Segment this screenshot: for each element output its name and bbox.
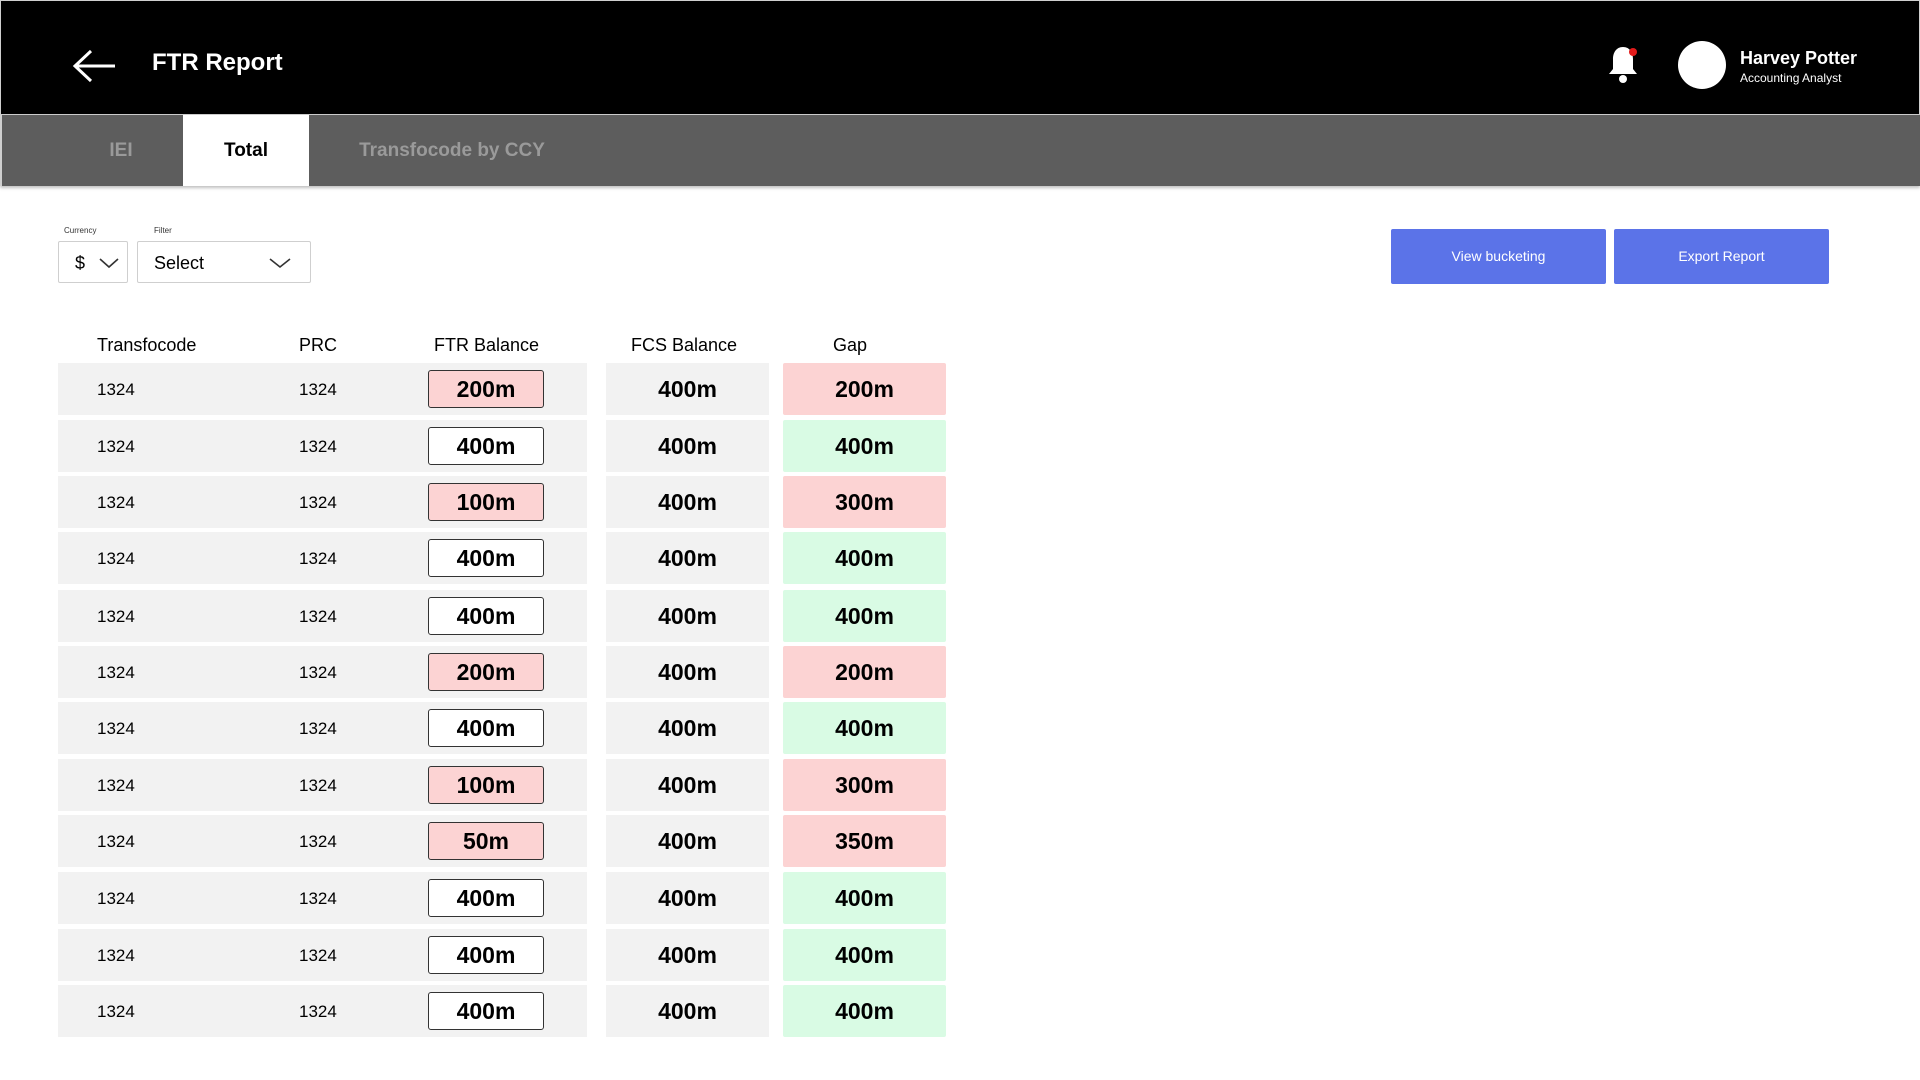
cell-prc: 1324 [299,832,337,851]
cell-transfocode: 1324 [97,946,135,965]
notification-bell-icon[interactable] [1605,43,1641,85]
cell-prc: 1324 [299,889,337,908]
cell-transfocode: 1324 [97,493,135,512]
cell-fcs-balance: 400m [606,590,769,642]
cell-gap: 400m [783,532,946,584]
cell-fcs-balance: 400m [606,420,769,472]
cell-ftr-balance[interactable]: 400m [428,539,544,577]
cell-prc: 1324 [299,380,337,399]
tab-total[interactable]: Total [183,115,309,186]
column-header-prc: PRC [299,335,338,355]
column-header-fcs-balance: FCS Balance [631,335,738,355]
filter-value: Select [154,253,205,273]
cell-transfocode: 1324 [97,832,135,851]
tab-iei[interactable]: IEI [57,115,185,186]
cell-prc: 1324 [299,719,337,738]
user-role: Accounting Analyst [1740,71,1842,85]
view-bucketing-button[interactable]: View bucketing [1391,229,1606,284]
cell-gap: 200m [783,646,946,698]
cell-prc: 1324 [299,493,337,512]
cell-fcs-balance: 400m [606,532,769,584]
back-arrow-icon[interactable] [71,47,117,85]
filter-select[interactable]: Select [137,241,311,283]
cell-fcs-balance: 400m [606,929,769,981]
tab-bar: IEI Total Transfocode by CCY [0,115,1920,186]
cell-transfocode: 1324 [97,607,135,626]
cell-transfocode: 1324 [97,549,135,568]
avatar[interactable] [1678,41,1726,89]
cell-transfocode: 1324 [97,1002,135,1021]
cell-prc: 1324 [299,776,337,795]
cell-prc: 1324 [299,607,337,626]
cell-prc: 1324 [299,946,337,965]
cell-transfocode: 1324 [97,889,135,908]
cell-ftr-balance[interactable]: 400m [428,936,544,974]
cell-transfocode: 1324 [97,719,135,738]
page-title: FTR Report [152,49,283,76]
cell-ftr-balance[interactable]: 50m [428,822,544,860]
column-header-ftr-balance: FTR Balance [434,335,540,355]
cell-fcs-balance: 400m [606,702,769,754]
cell-gap: 300m [783,759,946,811]
cell-ftr-balance[interactable]: 400m [428,597,544,635]
cell-gap: 400m [783,929,946,981]
cell-prc: 1324 [299,663,337,682]
export-report-button[interactable]: Export Report [1614,229,1829,284]
cell-gap: 400m [783,420,946,472]
cell-fcs-balance: 400m [606,985,769,1037]
cell-gap: 200m [783,363,946,415]
cell-transfocode: 1324 [97,776,135,795]
cell-prc: 1324 [299,437,337,456]
currency-label: Currency [64,226,97,235]
cell-fcs-balance: 400m [606,476,769,528]
cell-fcs-balance: 400m [606,759,769,811]
cell-fcs-balance: 400m [606,872,769,924]
cell-gap: 350m [783,815,946,867]
cell-transfocode: 1324 [97,380,135,399]
app-header: FTR Report Harvey Potter Accounting Anal… [0,0,1920,115]
cell-gap: 400m [783,872,946,924]
column-header-gap: Gap [833,335,868,355]
filter-label: Filter [154,226,172,235]
cell-ftr-balance[interactable]: 200m [428,370,544,408]
cell-prc: 1324 [299,549,337,568]
cell-ftr-balance[interactable]: 400m [428,709,544,747]
cell-fcs-balance: 400m [606,363,769,415]
cell-gap: 400m [783,702,946,754]
cell-fcs-balance: 400m [606,646,769,698]
notification-dot-icon [1629,48,1637,56]
column-header-transfocode: Transfocode [97,335,197,355]
cell-gap: 300m [783,476,946,528]
cell-transfocode: 1324 [97,663,135,682]
tab-transfocode-by-ccy[interactable]: Transfocode by CCY [332,115,572,186]
cell-ftr-balance[interactable]: 400m [428,427,544,465]
currency-select[interactable]: $ [58,241,128,283]
cell-prc: 1324 [299,1002,337,1021]
chevron-down-icon [99,258,119,269]
chevron-down-icon [269,258,291,269]
cell-ftr-balance[interactable]: 200m [428,653,544,691]
cell-ftr-balance[interactable]: 400m [428,879,544,917]
cell-transfocode: 1324 [97,437,135,456]
user-name: Harvey Potter [1740,48,1858,68]
cell-fcs-balance: 400m [606,815,769,867]
cell-ftr-balance[interactable]: 100m [428,766,544,804]
cell-ftr-balance[interactable]: 400m [428,992,544,1030]
cell-ftr-balance[interactable]: 100m [428,483,544,521]
cell-gap: 400m [783,985,946,1037]
currency-value: $ [75,253,86,273]
cell-gap: 400m [783,590,946,642]
